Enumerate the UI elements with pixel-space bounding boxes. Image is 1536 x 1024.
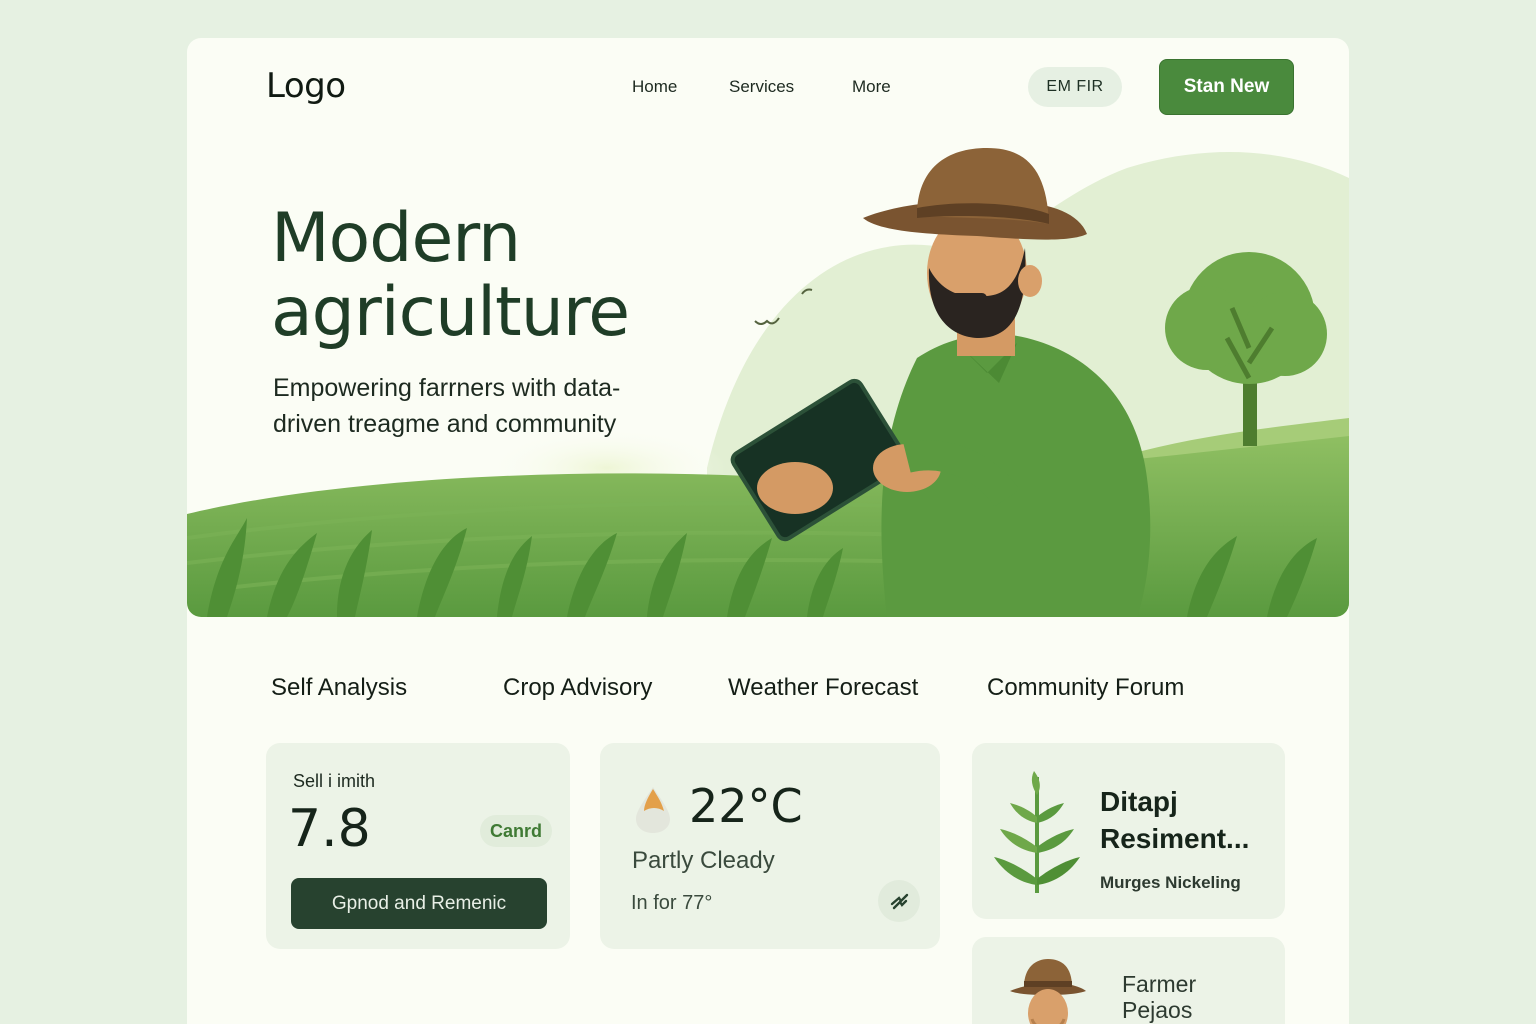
soil-card-label: Sell i imith [293, 771, 376, 791]
logo[interactable]: Logo [266, 66, 346, 106]
weather-condition: Partly Cleady [632, 847, 775, 874]
plant-icon [994, 771, 1080, 893]
nav-link-services[interactable]: Services [729, 77, 794, 97]
weather-card: 22°C Partly Cleady In for 77° [600, 743, 940, 949]
wind-icon [890, 893, 909, 910]
status-badge: Canrd [480, 815, 552, 847]
hero-subtitle: Empowering farrners with data-driven tre… [273, 374, 621, 438]
hero-section: Modern agriculture Empowering farrners w… [187, 138, 1349, 617]
tab-weather-forecast[interactable]: Weather Forecast [728, 674, 918, 702]
nav-link-more[interactable]: More [852, 77, 891, 97]
farmer-avatar [1010, 959, 1086, 1024]
soil-analysis-card: Sell i imith 7.8 Canrd Gpnod and Remenic [266, 743, 570, 949]
start-now-button[interactable]: Stan New [1159, 59, 1294, 115]
tab-community-forum[interactable]: Community Forum [987, 674, 1184, 702]
nav-link-home[interactable]: Home [632, 77, 677, 97]
language-selector[interactable]: EM FIR [1028, 67, 1122, 107]
crop-card-subtitle: Murges Nickeling [1100, 873, 1241, 892]
crop-card-title: Ditapj Resiment... [1100, 786, 1250, 854]
soil-card-value: 7.8 [288, 799, 371, 859]
farmer-card-title: Farmer Pejaos [1122, 971, 1197, 1023]
soil-action-button[interactable]: Gpnod and Remenic [291, 878, 547, 929]
tab-crop-advisory[interactable]: Crop Advisory [503, 674, 652, 702]
crop-recommendation-card[interactable]: Ditapj Resiment... Murges Nickeling [972, 743, 1285, 919]
temperature-value: 22°C [689, 779, 803, 833]
water-drop-icon [636, 787, 670, 833]
top-navigation: Logo Home Services More EM FIR Stan New [187, 38, 1349, 138]
farmer-profile-card[interactable]: Farmer Pejaos [972, 937, 1285, 1024]
tab-self-analysis[interactable]: Self Analysis [271, 674, 407, 702]
wind-icon-button[interactable] [878, 880, 920, 922]
hero-title: Modern agriculture [271, 199, 630, 352]
page-card: Logo Home Services More EM FIR Stan New [187, 38, 1349, 1024]
weather-detail: In for 77° [631, 892, 713, 914]
